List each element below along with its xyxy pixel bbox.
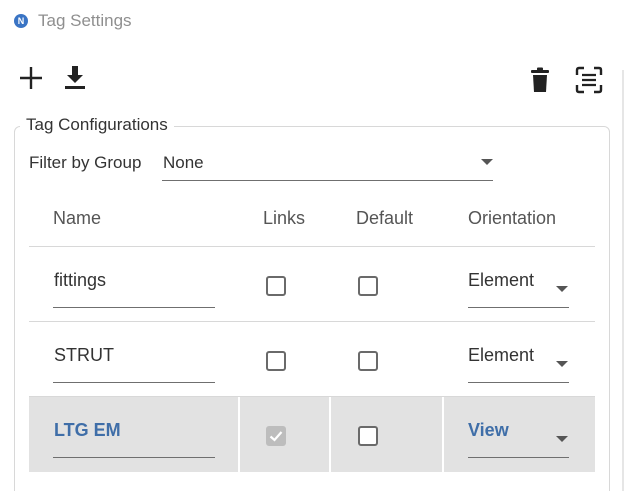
table-row[interactable]: STRUT Element xyxy=(29,322,595,397)
download-icon xyxy=(65,66,85,89)
cell-separator xyxy=(442,397,444,472)
default-checkbox[interactable] xyxy=(358,276,378,296)
cell-separator xyxy=(329,397,331,472)
title-bar: N Tag Settings xyxy=(0,0,624,42)
orientation-select[interactable]: Element xyxy=(468,340,569,383)
filter-value: None xyxy=(163,153,204,172)
default-checkbox[interactable] xyxy=(358,426,378,446)
column-header-links: Links xyxy=(263,208,306,228)
table-row[interactable]: fittings Element xyxy=(29,247,595,322)
tag-name-value: LTG EM xyxy=(54,420,121,440)
column-header-default: Default xyxy=(356,208,414,228)
table-row-selected[interactable]: LTG EM View xyxy=(29,397,595,472)
trash-icon xyxy=(531,67,549,92)
default-checkbox[interactable] xyxy=(358,351,378,371)
column-header-orientation: Orientation xyxy=(468,208,557,228)
filter-group-select[interactable]: None xyxy=(162,148,493,181)
orientation-value: Element xyxy=(468,345,535,365)
add-tag-button[interactable] xyxy=(14,61,48,95)
scan-icon xyxy=(575,66,603,94)
caret-down-icon xyxy=(556,361,568,367)
cell-separator xyxy=(238,397,240,472)
orientation-value: Element xyxy=(468,270,535,290)
links-checkbox[interactable] xyxy=(266,276,286,296)
tag-name-value: fittings xyxy=(54,270,107,290)
links-checkbox[interactable] xyxy=(266,351,286,371)
tag-name-input[interactable]: fittings xyxy=(53,265,215,308)
delete-button[interactable] xyxy=(523,63,557,97)
column-header-name: Name xyxy=(53,208,102,228)
caret-down-icon xyxy=(481,159,493,165)
caret-down-icon xyxy=(556,436,568,442)
download-button[interactable] xyxy=(58,61,92,95)
orientation-select[interactable]: Element xyxy=(468,265,569,308)
orientation-select[interactable]: View xyxy=(468,415,569,458)
scan-button[interactable] xyxy=(572,63,606,97)
tag-name-value: STRUT xyxy=(54,345,114,365)
tag-name-input[interactable]: LTG EM xyxy=(53,415,215,458)
filter-label: Filter by Group xyxy=(29,153,142,172)
links-checkbox[interactable] xyxy=(266,426,286,446)
plus-icon xyxy=(20,67,42,89)
caret-down-icon xyxy=(556,286,568,292)
window-title: Tag Settings xyxy=(38,11,132,30)
checkmark-icon xyxy=(269,431,283,442)
orientation-value: View xyxy=(468,420,509,440)
tag-name-input[interactable]: STRUT xyxy=(53,340,215,383)
group-legend: Tag Configurations xyxy=(20,115,174,135)
tag-settings-window: N Tag Settings Tag Configurations Filter… xyxy=(0,0,624,491)
app-logo-icon: N xyxy=(14,14,28,28)
